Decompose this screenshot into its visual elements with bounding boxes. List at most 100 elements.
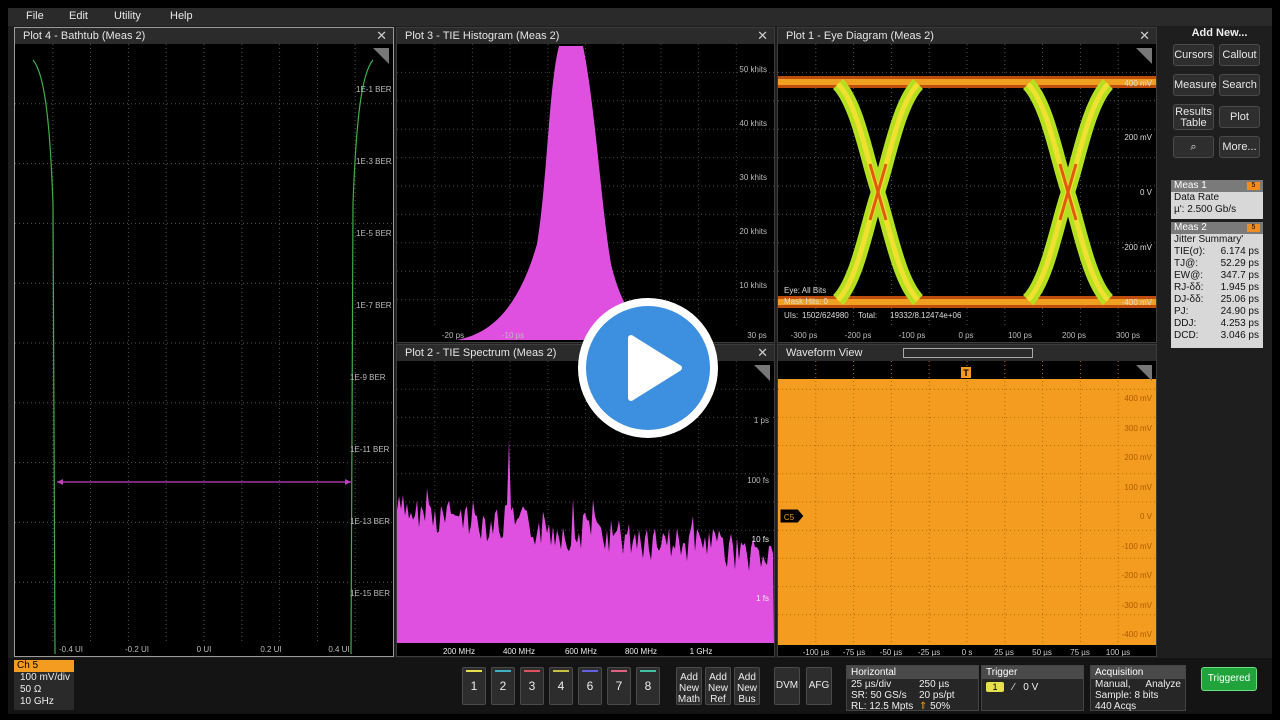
bathtub-xtick: 0.2 UI <box>260 645 281 654</box>
meas2-row-value: 24.90 ps <box>1220 306 1259 317</box>
rising-edge-icon: ⁄ <box>1012 682 1015 693</box>
acquisition-action: Analyze <box>1145 679 1181 690</box>
measure-button[interactable]: Measure <box>1173 74 1217 96</box>
channel-button-label: 4 <box>557 679 565 693</box>
meas2-name: Jitter Summary' <box>1174 234 1244 245</box>
eye-xtick: -200 ps <box>845 331 872 340</box>
meas2-title: Meas 2 <box>1174 222 1207 233</box>
add-new-math-button[interactable]: Add New Math <box>676 667 702 705</box>
close-icon[interactable]: ✕ <box>376 28 387 44</box>
spectrum-plot-title: Plot 2 - TIE Spectrum (Meas 2) <box>405 347 557 359</box>
trigger-source: 1 <box>986 682 1004 692</box>
close-icon[interactable]: ✕ <box>757 28 768 44</box>
channel-button-label: 3 <box>528 679 536 693</box>
channel-8-button[interactable]: 8 <box>636 667 660 705</box>
plot-button[interactable]: Plot <box>1219 106 1260 128</box>
trigger-row: 1 ⁄ 0 V <box>982 682 1083 693</box>
meas2-badge[interactable]: Meas 2 5 Jitter Summary' TIE(σ): 6.174 ps… <box>1171 222 1263 348</box>
channel-button-label: 8 <box>644 679 652 693</box>
eye-label-uis: UIs: <box>784 311 798 320</box>
eye-diagram-area: 400 mV 200 mV 0 V -200 mV -400 mV Eye: A… <box>778 44 1156 340</box>
horizontal-record-length: RL: 12.5 Mpts <box>851 701 914 712</box>
channel-color-bar <box>582 670 598 672</box>
bathtub-ytick: 1E-13 BER <box>350 517 390 526</box>
channel-3-button[interactable]: 3 <box>520 667 544 705</box>
channel-color-bar <box>495 670 511 672</box>
zoom-corner-icon[interactable] <box>373 48 389 64</box>
channel-1-button[interactable]: 1 <box>462 667 486 705</box>
close-icon[interactable]: ✕ <box>757 345 768 361</box>
bathtub-plot-panel[interactable]: Plot 4 - Bathtub (Meas 2) ✕ 1E-1 BER 1E-… <box>14 27 394 657</box>
menu-file[interactable]: File <box>26 10 44 22</box>
meas2-row: DDJ: 4.253 ps <box>1171 318 1263 330</box>
dvm-button[interactable]: DVM <box>774 667 800 705</box>
results-table-button[interactable]: Results Table <box>1173 104 1214 130</box>
meas2-row-value: 52.29 ps <box>1220 258 1259 269</box>
waveform-ytick: -100 mV <box>1122 542 1153 551</box>
channel-6-button[interactable]: 6 <box>578 667 602 705</box>
play-button[interactable] <box>575 295 721 441</box>
zoom-corner-icon[interactable] <box>1136 48 1152 64</box>
meas2-row-label: DJ-δδ: <box>1174 294 1204 305</box>
waveform-ytick: -300 mV <box>1122 601 1153 610</box>
channel-5-bandwidth: 10 GHz <box>20 696 54 707</box>
histogram-ytick: 10 khits <box>739 281 767 290</box>
horizontal-resolution: 20 ps/pt <box>919 690 955 701</box>
menu-edit[interactable]: Edit <box>69 10 88 22</box>
meas2-row: DCD: 3.046 ps <box>1171 330 1263 342</box>
eye-diagram-panel[interactable]: Plot 1 - Eye Diagram (Meas 2) ✕ 400 mV 2… <box>777 27 1157 343</box>
bathtub-ytick: 1E-3 BER <box>356 157 392 166</box>
meas1-badge[interactable]: Meas 1 5 Data Rate µ': 2.500 Gb/s <box>1171 180 1263 219</box>
acquisition-count: 440 Acqs <box>1095 701 1137 712</box>
trigger-badge[interactable]: Trigger 1 ⁄ 0 V <box>981 665 1084 711</box>
spectrum-xtick: 1 GHz <box>690 647 713 656</box>
more-button[interactable]: More... <box>1219 136 1260 158</box>
channel-7-button[interactable]: 7 <box>607 667 631 705</box>
channel-color-bar <box>466 670 482 672</box>
channel-2-button[interactable]: 2 <box>491 667 515 705</box>
triggered-status[interactable]: Triggered <box>1201 667 1257 691</box>
horizontal-scale: 25 µs/div <box>851 679 892 690</box>
channel-5-badge[interactable]: Ch 5 100 mV/div 50 Ω 10 GHz <box>14 660 74 710</box>
waveform-ytick: 400 mV <box>1124 394 1152 403</box>
callout-button[interactable]: Callout <box>1219 44 1260 66</box>
zoom-corner-icon[interactable] <box>1136 365 1152 381</box>
trigger-marker-label: T <box>963 368 969 378</box>
horizontal-position-row: ⇑ 50% <box>919 701 950 712</box>
menu-utility[interactable]: Utility <box>114 10 141 22</box>
bathtub-ytick: 1E-7 BER <box>356 301 392 310</box>
channel-color-bar <box>611 670 627 672</box>
meas2-row-label: TIE(σ): <box>1174 246 1206 257</box>
waveform-xtick: -100 µs <box>803 648 830 656</box>
menu-help[interactable]: Help <box>170 10 193 22</box>
waveform-view-panel[interactable]: Waveform View T C5 400 mV 300 mV 200 mV … <box>777 344 1157 657</box>
channel-color-bar <box>640 670 656 672</box>
cursors-button[interactable]: Cursors <box>1173 44 1214 66</box>
horizontal-badge[interactable]: Horizontal 25 µs/div 250 µs SR: 50 GS/s 20… <box>846 665 979 712</box>
afg-button[interactable]: AFG <box>806 667 832 705</box>
waveform-overview-bar[interactable] <box>903 348 1033 358</box>
meas2-row: RJ-δδ: 1.945 ps <box>1171 282 1263 294</box>
meas2-header: Meas 2 5 <box>1171 222 1263 234</box>
bathtub-xtick: 0.4 UI <box>328 645 349 654</box>
eye-ytick: -400 mV <box>1122 298 1153 307</box>
zoom-corner-icon[interactable] <box>754 365 770 381</box>
add-new-bus-button[interactable]: Add New Bus <box>734 667 760 705</box>
waveform-view-titlebar: Waveform View <box>778 345 1156 361</box>
acquisition-badge[interactable]: Acquisition Manual, Analyze Sample: 8 bit… <box>1090 665 1186 712</box>
add-new-ref-button[interactable]: Add New Ref <box>705 667 731 705</box>
channel-5-scale: 100 mV/div <box>20 672 71 683</box>
eye-label-bits: Eye: All Bits <box>784 286 826 295</box>
horizontal-position: 50% <box>930 701 951 712</box>
waveform-xtick: -25 µs <box>918 648 940 656</box>
zoom-button[interactable]: ⌕ <box>1173 136 1214 158</box>
eye-ytick: 200 mV <box>1124 133 1152 142</box>
acquisition-title: Acquisition <box>1091 666 1185 679</box>
acquisition-row: Manual, Analyze <box>1091 679 1185 690</box>
eye-diagram-title: Plot 1 - Eye Diagram (Meas 2) <box>786 30 934 42</box>
search-button[interactable]: Search <box>1219 74 1260 96</box>
channel-4-button[interactable]: 4 <box>549 667 573 705</box>
channel-button-label: 7 <box>615 679 623 693</box>
menu-bar: File Edit Utility Help <box>8 8 1272 26</box>
close-icon[interactable]: ✕ <box>1139 28 1150 44</box>
